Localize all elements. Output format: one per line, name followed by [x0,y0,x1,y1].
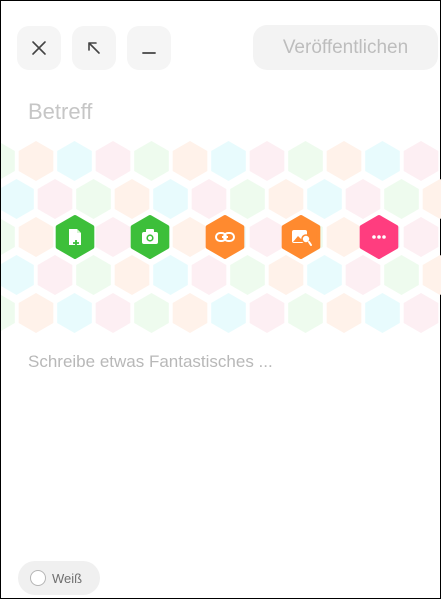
attachment-area [1,141,441,337]
hex-cell [249,141,285,181]
hex-cell [57,293,92,333]
hex-cell [384,179,419,219]
hex-cell [57,141,92,181]
hex-cell [114,255,150,295]
subject-input[interactable]: Betreff [28,99,92,125]
editor-panel: Veröffentlichen Betreff Schreibe etwas F… [0,0,441,599]
hex-cell [249,217,285,257]
hex-cell [422,255,441,295]
hex-cell [365,293,400,333]
minimize-button[interactable] [127,26,171,70]
hex-cell [18,141,54,181]
hex-cell [37,179,73,219]
more-icon [372,235,386,239]
hex-cell [249,293,285,333]
hex-cell [153,255,188,295]
minimize-icon [142,52,156,54]
hex-cell [268,179,304,219]
hex-cell [403,293,439,333]
radio-icon [30,570,46,586]
hex-cell [422,179,441,219]
close-button[interactable] [17,26,61,70]
body-editor[interactable]: Schreibe etwas Fantastisches ... [28,352,273,372]
hex-cell [307,255,342,295]
hex-cell [326,141,362,181]
image-search-button[interactable] [281,215,321,259]
hex-cell [288,141,323,181]
hex-cell [95,141,131,181]
hex-cell [403,141,439,181]
publish-button[interactable]: Veröffentlichen [253,25,438,70]
hex-cell [76,179,111,219]
expand-arrow-icon [88,42,100,54]
hex-cell [211,293,246,333]
hex-cell [384,255,419,295]
hex-cell [191,255,227,295]
expand-button[interactable] [72,26,116,70]
hex-cell [1,295,15,331]
hex-cell [18,293,54,333]
hex-cell [95,217,131,257]
hex-cell [307,179,342,219]
hex-cell [403,217,439,257]
hex-cell [211,141,246,181]
background-toggle-label: Weiß [52,570,83,586]
hex-cell [95,293,131,333]
hex-cell [172,141,208,181]
hex-cell [1,255,34,295]
hex-cell [114,179,150,219]
hex-cell [345,255,381,295]
hex-cell [134,293,169,333]
hex-cell [345,179,381,219]
background-toggle[interactable]: Weiß [18,561,100,595]
file-button[interactable] [55,215,95,259]
hex-cell [172,217,208,257]
hex-cell [230,255,265,295]
hex-cell [153,179,188,219]
hex-cell [18,217,54,257]
hex-cell [191,179,227,219]
hex-cell [1,143,15,179]
hex-cell [326,293,362,333]
link-button[interactable] [205,215,245,259]
camera-button[interactable] [130,215,170,259]
close-icon [32,41,46,55]
hex-cell [134,141,169,181]
hex-cell [1,219,15,255]
hex-cell [326,217,362,257]
hex-cell [230,179,265,219]
hex-cell [365,141,400,181]
hex-cell [288,293,323,333]
more-button[interactable] [359,215,399,259]
hex-cell [76,255,111,295]
file-icon [69,229,81,246]
hex-cell [37,255,73,295]
hex-cell [1,179,34,219]
hex-cell [268,255,304,295]
hex-pattern [1,141,441,333]
hex-cell [172,293,208,333]
